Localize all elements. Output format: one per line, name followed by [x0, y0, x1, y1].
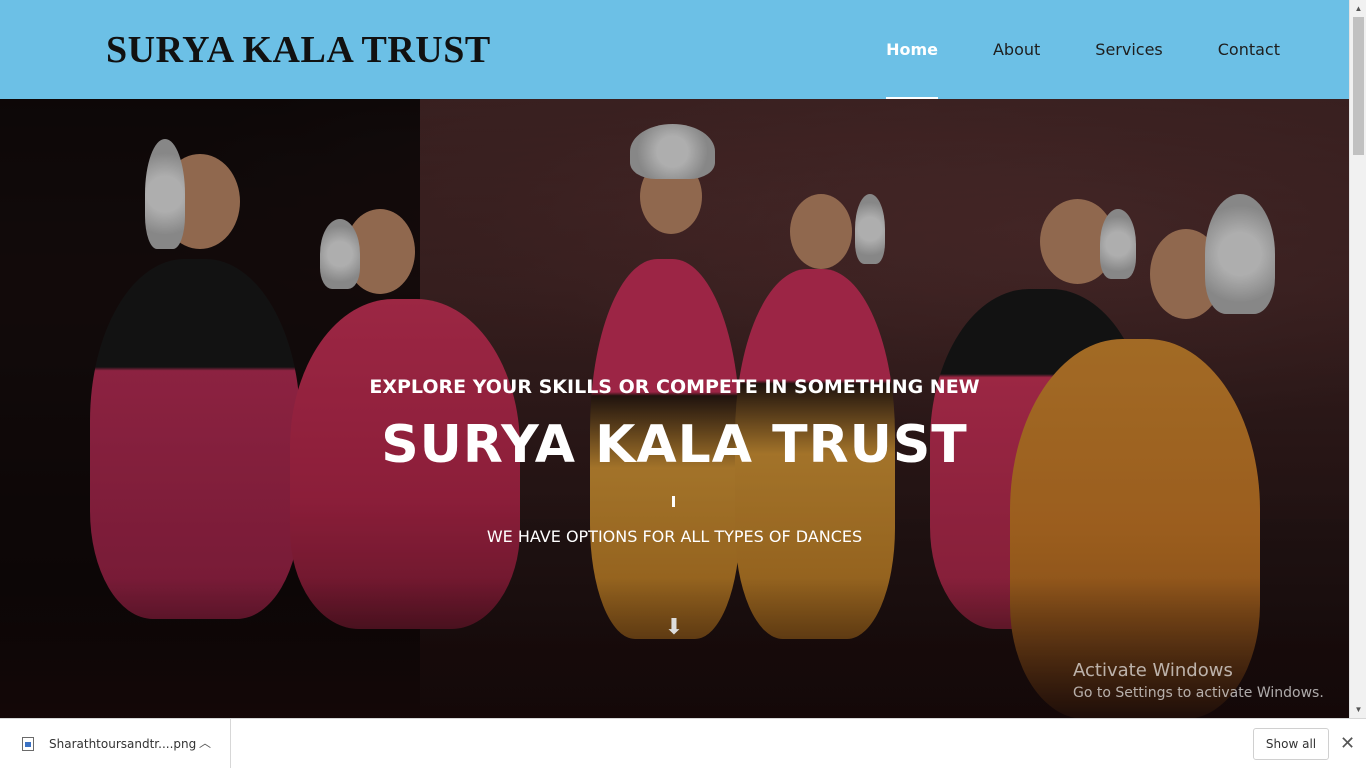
scrollbar-thumb[interactable]: [1353, 17, 1364, 155]
arrow-down-icon[interactable]: ⬇: [664, 615, 684, 639]
nav-contact[interactable]: Contact: [1218, 0, 1280, 99]
main-nav: Home About Services Contact: [831, 0, 1280, 99]
download-file-name: Sharathtoursandtr....png: [49, 737, 197, 751]
chevron-up-icon[interactable]: ︿: [199, 734, 211, 751]
close-icon[interactable]: ✕: [1340, 733, 1355, 754]
site-header: SURYA KALA TRUST Home About Services Con…: [0, 0, 1349, 99]
hero-divider: [672, 496, 675, 507]
watermark-subtitle: Go to Settings to activate Windows.: [1073, 685, 1324, 701]
site-brand[interactable]: SURYA KALA TRUST: [106, 28, 491, 72]
hero-content: EXPLORE YOUR SKILLS OR COMPETE IN SOMETH…: [0, 99, 1349, 718]
nav-about[interactable]: About: [993, 0, 1040, 99]
hero-subtitle: WE HAVE OPTIONS FOR ALL TYPES OF DANCES: [486, 527, 863, 546]
download-item[interactable]: Sharathtoursandtr....png ︿: [0, 719, 231, 768]
watermark-title: Activate Windows: [1073, 660, 1233, 681]
windows-activation-watermark: Activate Windows Go to Settings to activ…: [1073, 660, 1324, 701]
hero-eyebrow: EXPLORE YOUR SKILLS OR COMPETE IN SOMETH…: [369, 376, 980, 398]
show-all-button[interactable]: Show all: [1253, 728, 1329, 760]
nav-home[interactable]: Home: [886, 0, 938, 99]
download-bar: Sharathtoursandtr....png ︿ Show all ✕: [0, 718, 1366, 768]
hero-section: EXPLORE YOUR SKILLS OR COMPETE IN SOMETH…: [0, 99, 1349, 718]
file-icon: [22, 737, 34, 751]
vertical-scrollbar[interactable]: ▲ ▼: [1349, 0, 1366, 718]
scroll-down-icon[interactable]: ▼: [1350, 701, 1366, 718]
browser-viewport: SURYA KALA TRUST Home About Services Con…: [0, 0, 1349, 718]
nav-services[interactable]: Services: [1095, 0, 1162, 99]
hero-title: SURYA KALA TRUST: [381, 415, 968, 475]
scroll-up-icon[interactable]: ▲: [1350, 0, 1366, 17]
